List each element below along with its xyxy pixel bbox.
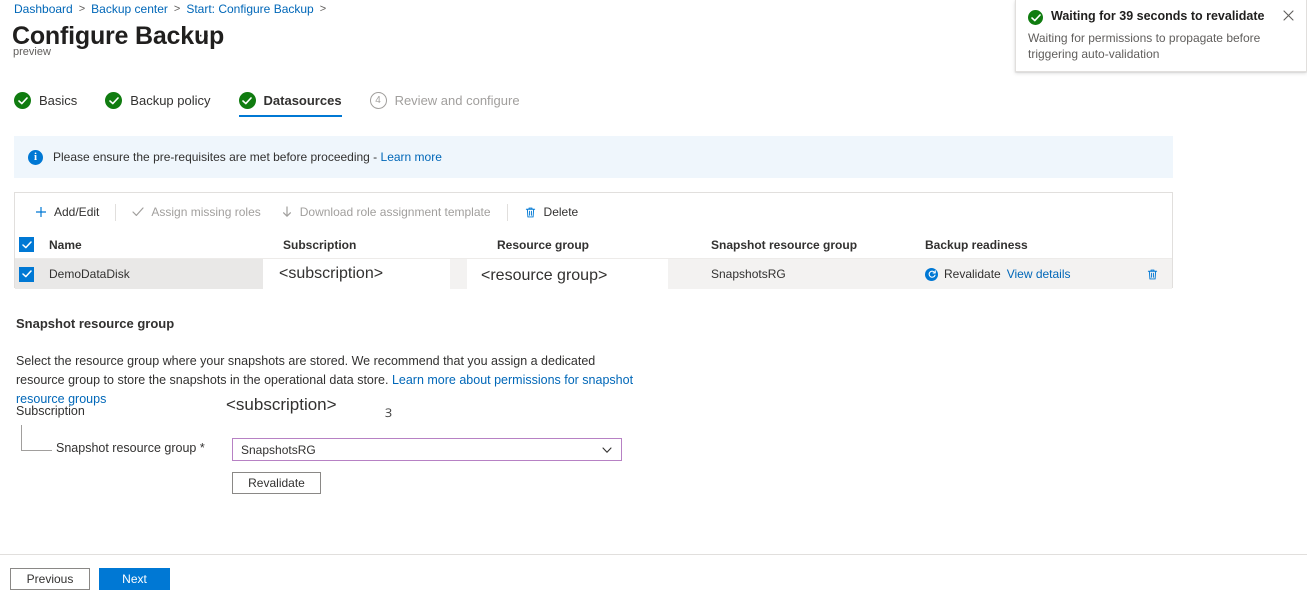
row-delete-trash-icon[interactable]: [1146, 268, 1159, 281]
view-details-link[interactable]: View details: [1007, 267, 1071, 281]
toast-title: Waiting for 39 seconds to revalidate: [1051, 9, 1275, 23]
wizard-steps: Basics Backup policy Datasources 4 Revie…: [14, 92, 534, 117]
info-banner-text: Please ensure the pre-requisites are met…: [53, 150, 442, 164]
backup-readiness-status: Revalidate View details: [925, 267, 1071, 281]
breadcrumb-item-start-configure-backup[interactable]: Start: Configure Backup: [186, 2, 313, 16]
notification-toast: Waiting for 39 seconds to revalidate Wai…: [1015, 0, 1307, 72]
breadcrumb-separator: >: [79, 3, 85, 15]
column-header-resource-group[interactable]: Resource group: [497, 231, 711, 258]
row-delete-cell: [1132, 259, 1172, 289]
check-circle-icon: [105, 92, 122, 109]
download-arrow-icon: [281, 206, 293, 218]
toolbar-divider: [507, 204, 508, 221]
snapshot-resource-group-field-row: Snapshot resource group *: [56, 441, 205, 455]
info-banner-message: Please ensure the pre-requisites are met…: [53, 150, 381, 164]
wizard-step-label: Datasources: [264, 93, 342, 108]
wizard-step-label: Backup policy: [130, 93, 210, 108]
revalidate-refresh-icon: [925, 268, 938, 281]
row-checkbox[interactable]: [19, 267, 34, 282]
column-header-backup-readiness[interactable]: Backup readiness: [925, 231, 1132, 258]
subscription-field-row: Subscription: [16, 404, 85, 418]
step-number-circle-icon: 4: [370, 92, 387, 109]
snapshot-resource-group-selected-value: SnapshotsRG: [241, 443, 316, 457]
check-circle-icon: [14, 92, 31, 109]
column-header-actions: [1132, 231, 1172, 258]
subscription-label: Subscription: [16, 404, 85, 418]
datasources-panel: Add/Edit Assign missing roles Download r…: [14, 192, 1173, 288]
breadcrumb-separator: >: [174, 3, 180, 15]
check-circle-icon: [239, 92, 256, 109]
add-edit-label: Add/Edit: [54, 205, 99, 219]
wizard-step-backup-policy[interactable]: Backup policy: [105, 92, 224, 117]
next-button[interactable]: Next: [99, 568, 170, 590]
footer-divider: [0, 554, 1307, 555]
add-edit-button[interactable]: Add/Edit: [25, 201, 109, 223]
cell-backup-readiness: Revalidate View details: [925, 259, 1132, 289]
table-row[interactable]: DemoDataDisk SnapshotsRG Revalidate View…: [15, 259, 1172, 289]
breadcrumb-item-backup-center[interactable]: Backup center: [91, 2, 168, 16]
more-options-ellipsis-icon[interactable]: ···: [198, 28, 217, 44]
download-role-assignment-template-label: Download role assignment template: [300, 205, 491, 219]
breadcrumb-separator: >: [320, 3, 326, 15]
select-all-cell: [15, 231, 49, 258]
info-banner-learn-more-link[interactable]: Learn more: [381, 150, 442, 164]
assign-missing-roles-label: Assign missing roles: [151, 205, 260, 219]
success-check-circle-icon: [1028, 10, 1043, 25]
row-select-cell: [15, 259, 49, 289]
previous-button[interactable]: Previous: [10, 568, 90, 590]
chevron-down-icon: [601, 444, 613, 456]
delete-label: Delete: [544, 205, 579, 219]
wizard-step-basics[interactable]: Basics: [14, 92, 91, 117]
redacted-resource-group-value: <resource group>: [467, 259, 668, 293]
breadcrumb: Dashboard > Backup center > Start: Confi…: [14, 0, 332, 18]
tree-connector-line: [21, 425, 52, 451]
trash-icon: [524, 206, 537, 219]
column-header-name[interactable]: Name: [49, 231, 283, 258]
prerequisites-info-banner: i Please ensure the pre-requisites are m…: [14, 136, 1173, 178]
assign-missing-roles-button[interactable]: Assign missing roles: [122, 201, 270, 223]
revalidate-status-text: Revalidate: [944, 267, 1001, 281]
wizard-step-label: Basics: [39, 93, 77, 108]
snapshot-resource-group-heading: Snapshot resource group: [16, 316, 174, 331]
check-icon: [132, 206, 144, 218]
subscription-dropdown-artifact: Ɜ: [385, 404, 392, 421]
toast-header: Waiting for 39 seconds to revalidate: [1028, 9, 1294, 25]
download-role-assignment-template-button[interactable]: Download role assignment template: [271, 201, 501, 223]
plus-icon: [35, 206, 47, 218]
datasources-toolbar: Add/Edit Assign missing roles Download r…: [15, 193, 1172, 231]
select-all-checkbox[interactable]: [19, 237, 34, 252]
snapshot-resource-group-label: Snapshot resource group *: [56, 441, 205, 455]
close-icon[interactable]: [1283, 10, 1294, 21]
toast-message: Waiting for permissions to propagate bef…: [1028, 30, 1294, 62]
snapshot-resource-group-select[interactable]: SnapshotsRG: [232, 438, 622, 461]
cell-name: DemoDataDisk: [49, 259, 283, 289]
redacted-subscription-value: <subscription>: [263, 259, 450, 289]
delete-button[interactable]: Delete: [514, 201, 589, 223]
column-header-snapshot-resource-group[interactable]: Snapshot resource group: [711, 231, 925, 258]
toolbar-divider: [115, 204, 116, 221]
info-icon: i: [28, 150, 43, 165]
redacted-subscription-field-value: <subscription>: [226, 395, 337, 415]
wizard-step-datasources[interactable]: Datasources: [239, 92, 356, 117]
grid-header-row: Name Subscription Resource group Snapsho…: [15, 231, 1172, 259]
breadcrumb-item-dashboard[interactable]: Dashboard: [14, 2, 73, 16]
revalidate-button[interactable]: Revalidate: [232, 472, 321, 494]
wizard-step-review-and-configure[interactable]: 4 Review and configure: [370, 92, 534, 117]
column-header-subscription[interactable]: Subscription: [283, 231, 497, 258]
cell-snapshot-resource-group: SnapshotsRG: [711, 259, 925, 289]
wizard-step-label: Review and configure: [395, 93, 520, 108]
datasources-grid: Name Subscription Resource group Snapsho…: [15, 231, 1172, 289]
page-subtitle: preview: [13, 46, 51, 58]
